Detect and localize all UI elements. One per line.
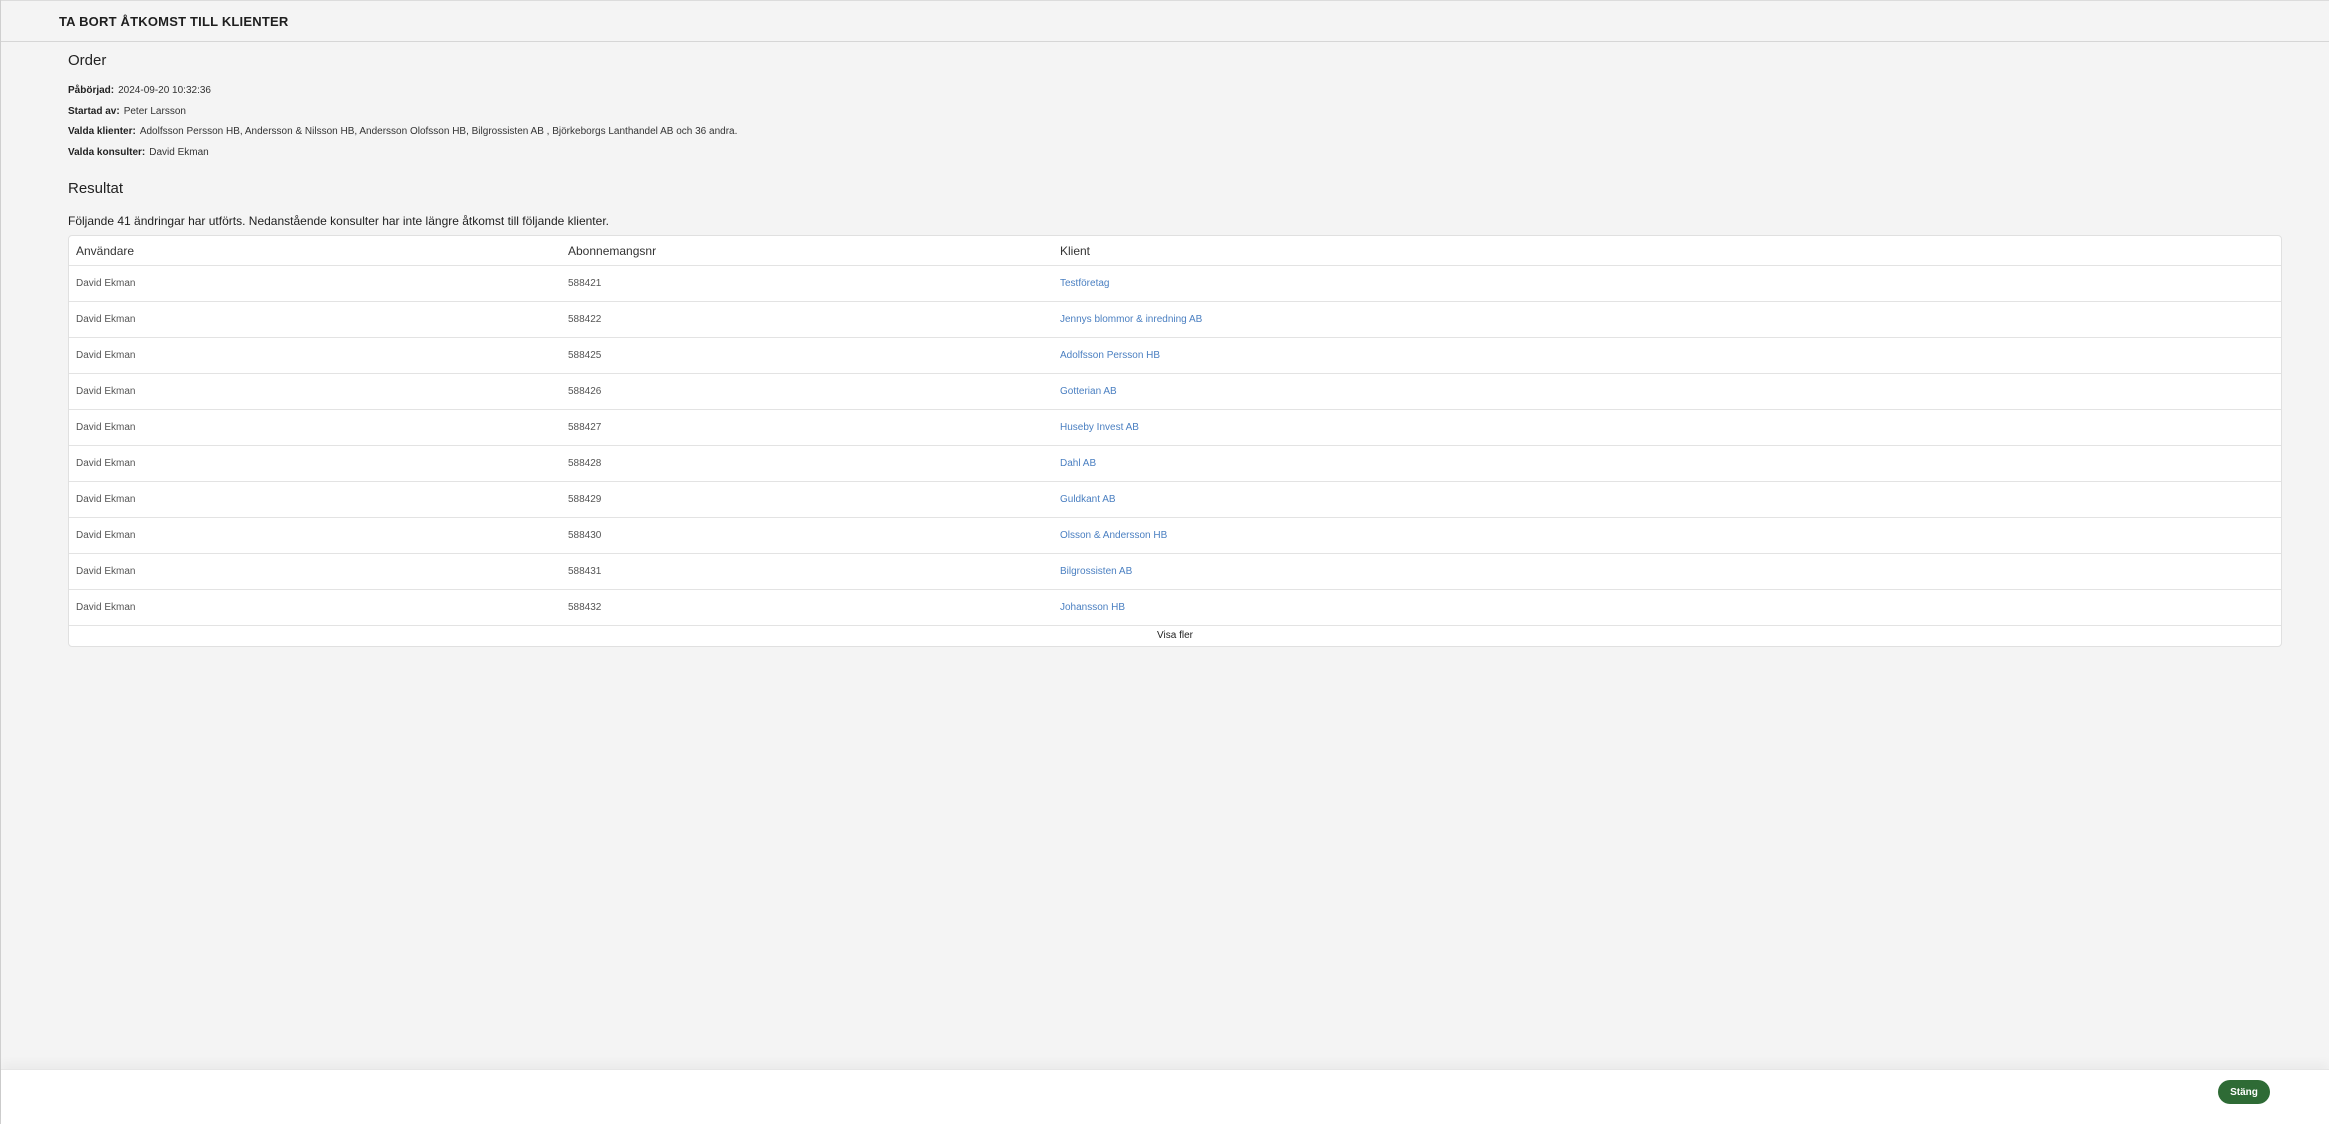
- user-cell: David Ekman: [76, 278, 136, 289]
- started-value: 2024-09-20 10:32:36: [118, 85, 211, 96]
- close-button[interactable]: Stäng: [2218, 1080, 2270, 1104]
- table-header: Användare Abonnemangsnr Klient: [69, 236, 2281, 266]
- client-link[interactable]: Olsson & Andersson HB: [1053, 530, 2281, 541]
- column-header-client: Klient: [1060, 243, 1091, 258]
- subscription-cell: 588430: [568, 530, 602, 541]
- started-by-row: Startad av: Peter Larsson: [68, 102, 2281, 123]
- user-cell: David Ekman: [76, 386, 136, 397]
- subscription-cell: 588427: [568, 422, 602, 433]
- table-row: David Ekman 588422 Jennys blommor & inre…: [69, 302, 2281, 338]
- footer-bar: Stäng: [1, 1069, 2329, 1124]
- selected-clients-label: Valda klienter:: [68, 126, 136, 137]
- client-link[interactable]: Testföretag: [1053, 278, 2281, 289]
- user-cell: David Ekman: [76, 566, 136, 577]
- client-link[interactable]: Bilgrossisten AB: [1053, 566, 2281, 577]
- column-header-subscription: Abonnemangsnr: [568, 243, 657, 258]
- started-row: Påbörjad: 2024-09-20 10:32:36: [68, 81, 2281, 102]
- subscription-cell: 588432: [568, 602, 602, 613]
- subscription-cell: 588429: [568, 494, 602, 505]
- user-cell: David Ekman: [76, 422, 136, 433]
- result-table: Användare Abonnemangsnr Klient David Ekm…: [68, 235, 2282, 647]
- selected-consultants-label: Valda konsulter:: [68, 146, 146, 158]
- client-link[interactable]: Johansson HB: [1053, 602, 2281, 613]
- subscription-cell: 588425: [568, 350, 602, 361]
- user-cell: David Ekman: [76, 314, 136, 325]
- selected-clients-row: Valda klienter: Adolfsson Persson HB, And…: [68, 122, 2281, 143]
- client-link[interactable]: Guldkant AB: [1053, 494, 2281, 505]
- user-cell: David Ekman: [76, 530, 136, 541]
- table-row: David Ekman 588431 Bilgrossisten AB: [69, 554, 2281, 590]
- selected-clients-value: Adolfsson Persson HB, Andersson & Nilsso…: [139, 126, 738, 137]
- table-row: David Ekman 588425 Adolfsson Persson HB: [69, 338, 2281, 374]
- table-row: David Ekman 588426 Gotterian AB: [69, 374, 2281, 410]
- order-heading: Order: [68, 52, 107, 69]
- table-row: David Ekman 588428 Dahl AB: [69, 446, 2281, 482]
- subscription-cell: 588426: [568, 386, 602, 397]
- subscription-cell: 588422: [568, 314, 602, 325]
- table-row: David Ekman 588432 Johansson HB: [69, 590, 2281, 626]
- page-title: TA BORT ÅTKOMST TILL KLIENTER: [59, 13, 289, 29]
- user-cell: David Ekman: [76, 350, 136, 361]
- client-link[interactable]: Dahl AB: [1053, 458, 2281, 469]
- table-row: David Ekman 588421 Testföretag: [69, 266, 2281, 302]
- subscription-cell: 588428: [568, 458, 602, 469]
- order-details: Påbörjad: 2024-09-20 10:32:36 Startad av:…: [68, 81, 2281, 163]
- client-link[interactable]: Jennys blommor & inredning AB: [1053, 314, 2281, 325]
- started-by-value: Peter Larsson: [123, 105, 186, 117]
- started-label: Påbörjad:: [68, 85, 115, 96]
- table-row: David Ekman 588430 Olsson & Andersson HB: [69, 518, 2281, 554]
- client-link[interactable]: Huseby Invest AB: [1053, 422, 2281, 433]
- column-header-user: Användare: [76, 243, 135, 258]
- header-bar: TA BORT ÅTKOMST TILL KLIENTER: [1, 0, 2329, 42]
- user-cell: David Ekman: [76, 494, 136, 505]
- selected-consultants-row: Valda konsulter: David Ekman: [68, 143, 2281, 164]
- client-link[interactable]: Adolfsson Persson HB: [1053, 350, 2281, 361]
- subscription-cell: 588421: [568, 278, 602, 289]
- subscription-cell: 588431: [568, 566, 602, 577]
- selected-consultants-value: David Ekman: [149, 146, 209, 158]
- result-summary: Följande 41 ändringar har utförts. Nedan…: [68, 214, 609, 228]
- user-cell: David Ekman: [76, 602, 136, 613]
- table-row: David Ekman 588429 Guldkant AB: [69, 482, 2281, 518]
- dialog-page: TA BORT ÅTKOMST TILL KLIENTER Order Påbö…: [0, 0, 2329, 1124]
- user-cell: David Ekman: [76, 458, 136, 469]
- result-heading: Resultat: [68, 180, 124, 197]
- started-by-label: Startad av:: [68, 105, 120, 117]
- table-row: David Ekman 588427 Huseby Invest AB: [69, 410, 2281, 446]
- show-more-button[interactable]: Visa fler: [69, 626, 2281, 646]
- client-link[interactable]: Gotterian AB: [1053, 386, 2281, 397]
- main-content: Order Påbörjad: 2024-09-20 10:32:36 Start…: [1, 51, 2329, 647]
